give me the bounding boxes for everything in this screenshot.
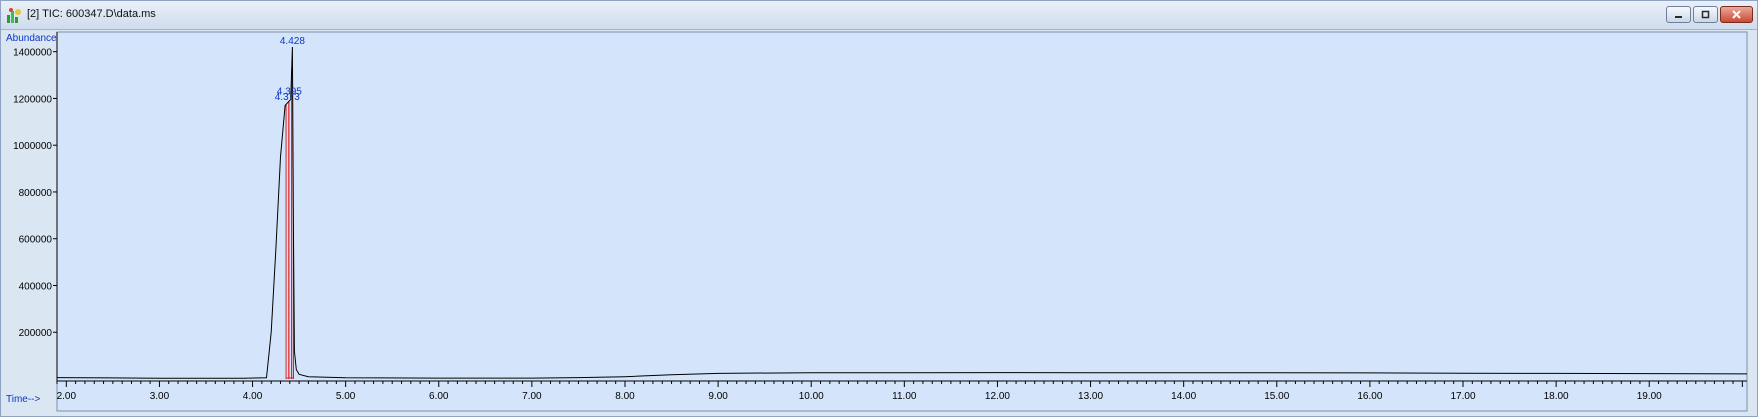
x-tick-label: 19.00 xyxy=(1637,391,1662,402)
peak-rt-label: 4.428 xyxy=(280,36,305,47)
x-tick-label: 7.00 xyxy=(522,391,542,402)
tic-chromatogram-chart[interactable]: 2.00 3.00 4.00 5.00 6.00 7.00 8.00 9.00 10.00 11.… xyxy=(1,30,1757,417)
minimize-button[interactable] xyxy=(1666,6,1691,23)
peak-rt-label: 4.373 xyxy=(275,92,300,103)
x-tick-label: 17.00 xyxy=(1450,391,1475,402)
x-tick-label: 18.00 xyxy=(1544,391,1569,402)
x-tick-label: 13.00 xyxy=(1078,391,1103,402)
plot-background xyxy=(56,31,1748,412)
x-tick-label: 6.00 xyxy=(429,391,449,402)
restore-icon xyxy=(1701,10,1710,19)
y-tick-label: 1000000 xyxy=(13,141,52,152)
title-bar[interactable]: [2] TIC: 600347.D\data.ms xyxy=(1,1,1757,30)
window-title: [2] TIC: 600347.D\data.ms xyxy=(27,8,156,20)
chromatogram-window: [2] TIC: 600347.D\data.ms 2.00 3.00 4.00 5.… xyxy=(0,0,1758,417)
y-tick-label: 200000 xyxy=(19,328,53,339)
chromatogram-plot-area[interactable]: 2.00 3.00 4.00 5.00 6.00 7.00 8.00 9.00 10.00 11.… xyxy=(1,30,1757,417)
x-tick-label: 15.00 xyxy=(1264,391,1289,402)
x-tick-label: 3.00 xyxy=(150,391,170,402)
restore-button[interactable] xyxy=(1693,6,1718,23)
x-tick-label: 4.00 xyxy=(243,391,263,402)
x-tick-label: 11.00 xyxy=(892,391,917,402)
x-tick-label: 14.00 xyxy=(1171,391,1196,402)
y-tick-label: 1200000 xyxy=(13,94,52,105)
x-tick-label: 16.00 xyxy=(1357,391,1382,402)
x-tick-label: 12.00 xyxy=(985,391,1010,402)
x-tick-label: 8.00 xyxy=(615,391,635,402)
x-axis-title: Time--> xyxy=(6,394,41,405)
close-button[interactable] xyxy=(1720,6,1753,23)
y-tick-label: 600000 xyxy=(19,235,53,246)
y-axis: 200000 400000 600000 800000 1000000 1200000 14… xyxy=(13,32,58,381)
x-tick-label: 2.00 xyxy=(57,391,77,402)
y-tick-label: 1400000 xyxy=(13,48,52,59)
minimize-icon xyxy=(1675,16,1682,18)
y-axis-title: Abundance xyxy=(6,33,57,44)
y-tick-label: 800000 xyxy=(19,188,53,199)
x-tick-label: 9.00 xyxy=(708,391,728,402)
close-icon xyxy=(1732,10,1741,19)
x-tick-label: 10.00 xyxy=(799,391,824,402)
y-tick-label: 400000 xyxy=(19,281,53,292)
chromatogram-app-icon xyxy=(7,8,21,23)
x-tick-label: 5.00 xyxy=(336,391,356,402)
